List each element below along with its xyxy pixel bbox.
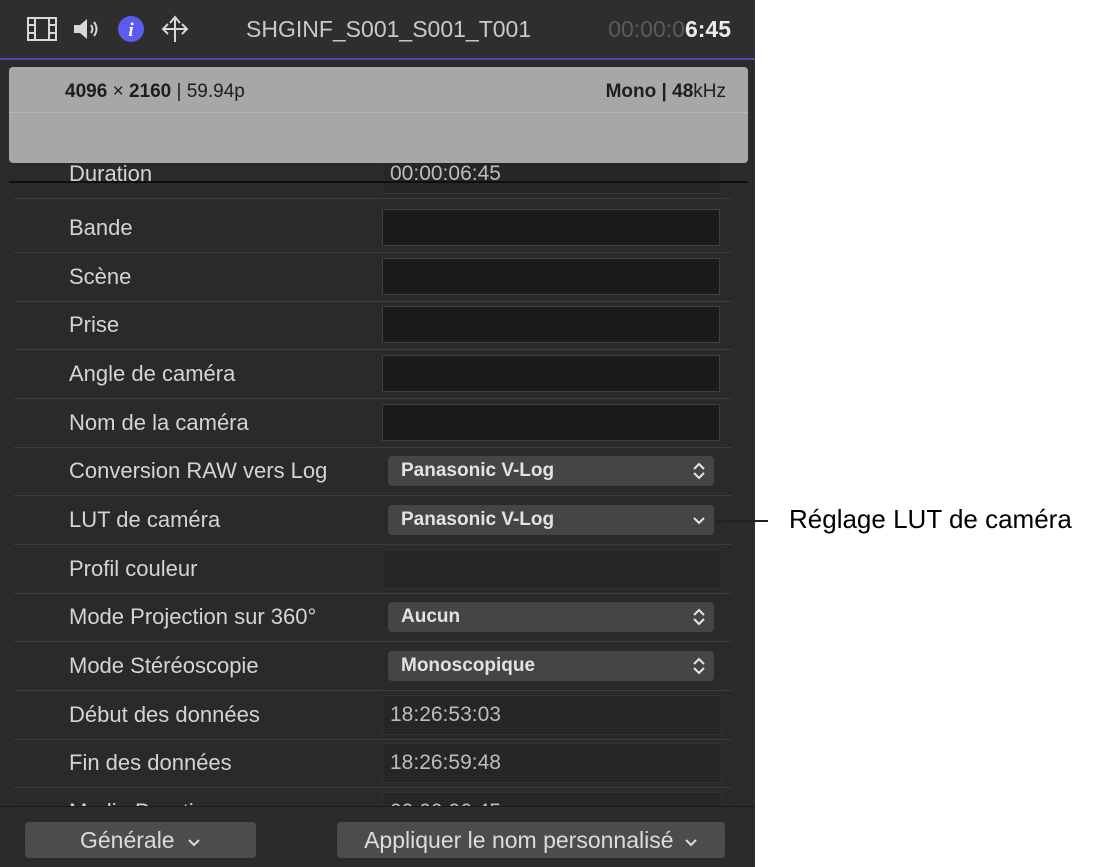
- projection-popup[interactable]: Aucun: [388, 602, 714, 632]
- row-label: Prise: [69, 312, 120, 337]
- row-label: Conversion RAW vers Log: [69, 458, 328, 483]
- film-icon[interactable]: [26, 14, 58, 44]
- data-end-field: 18:26:59:48: [382, 743, 722, 783]
- popup-value: Panasonic V-Log: [401, 509, 555, 530]
- callout-label: Réglage LUT de caméra: [789, 504, 1072, 534]
- apply-custom-name-menu[interactable]: Appliquer le nom personnalisé: [337, 822, 725, 858]
- bande-field[interactable]: [382, 209, 720, 246]
- row-label: Profil couleur: [69, 556, 198, 581]
- metadata-list[interactable]: Duration 00:00:06:45 Bande Scène Prise A…: [14, 150, 732, 806]
- row-bande: Bande: [14, 204, 732, 253]
- inspector-panel: Duration 00:00:06:45 Bande Scène Prise A…: [0, 0, 755, 867]
- data-start-field: 18:26:53:03: [382, 695, 722, 735]
- metadata-view-menu[interactable]: Générale: [25, 822, 256, 858]
- info-icon[interactable]: i: [116, 14, 146, 44]
- row-camera-lut: LUT de caméra Panasonic V-Log: [14, 496, 732, 545]
- popup-value: Panasonic V-Log: [401, 460, 555, 481]
- row-label: Début des données: [69, 702, 260, 727]
- camera-name-field[interactable]: [382, 404, 720, 441]
- inspector-tab-bar: i SHGINF_S001_S001_T001 00:00:06:45: [0, 0, 755, 60]
- chevron-down-icon: [685, 839, 697, 847]
- row-data-end: Fin des données 18:26:59:48: [14, 739, 732, 788]
- row-label: LUT de caméra: [69, 507, 221, 532]
- row-angle: Angle de caméra: [14, 350, 732, 399]
- row-label: Mode Stéréoscopie: [69, 653, 259, 678]
- row-label: Fin des données: [69, 750, 232, 775]
- up-down-chevron-icon: [693, 608, 705, 626]
- up-down-chevron-icon: [693, 462, 705, 480]
- transform-icon[interactable]: [159, 14, 191, 44]
- clip-timecode: 00:00:06:45: [608, 16, 731, 42]
- row-stereoscopy: Mode Stéréoscopie Monoscopique: [14, 642, 732, 691]
- row-label: Media Duration: [69, 788, 218, 806]
- divider: [9, 112, 748, 113]
- row-projection: Mode Projection sur 360° Aucun: [14, 593, 732, 642]
- svg-text:i: i: [128, 20, 134, 41]
- stereoscopy-popup[interactable]: Monoscopique: [388, 651, 714, 681]
- popup-value: Monoscopique: [401, 655, 536, 676]
- prise-field[interactable]: [382, 306, 720, 343]
- audio-format: Mono | 48kHz: [605, 81, 726, 102]
- row-color-profile: Profil couleur: [14, 545, 732, 594]
- row-prise: Prise: [14, 301, 732, 350]
- chevron-down-icon: [188, 839, 200, 847]
- popup-value: Aucun: [401, 606, 461, 627]
- row-raw-to-log: Conversion RAW vers Log Panasonic V-Log: [14, 447, 732, 496]
- row-label: Nom de la caméra: [69, 410, 249, 435]
- raw-to-log-popup[interactable]: Panasonic V-Log: [388, 456, 714, 486]
- row-label: Angle de caméra: [69, 361, 236, 386]
- chevron-down-icon: [693, 517, 705, 525]
- speaker-icon[interactable]: [72, 14, 102, 44]
- media-duration-field: 00:00:06:45: [382, 792, 722, 806]
- callout-line: [717, 520, 768, 522]
- divider: [9, 181, 748, 183]
- video-format: 4096 × 2160 | 59.94p: [65, 81, 245, 102]
- format-header: 4096 × 2160 | 59.94p Mono | 48kHz: [9, 67, 748, 163]
- scroll-gutter: [732, 150, 755, 806]
- camera-lut-popup[interactable]: Panasonic V-Log: [388, 505, 714, 535]
- row-data-start: Début des données 18:26:53:03: [14, 691, 732, 740]
- row-scene: Scène: [14, 253, 732, 302]
- row-label: Mode Projection sur 360°: [69, 604, 317, 629]
- clip-name: SHGINF_S001_S001_T001: [246, 16, 532, 42]
- scene-field[interactable]: [382, 258, 720, 295]
- color-profile-field: [382, 549, 722, 589]
- row-camera-name: Nom de la caméra: [14, 399, 732, 448]
- row-label: Bande: [69, 215, 133, 240]
- camera-angle-field[interactable]: [382, 355, 720, 392]
- row-label: Scène: [69, 264, 132, 289]
- row-media-duration: Media Duration 00:00:06:45: [14, 788, 732, 806]
- inspector-footer: Générale Appliquer le nom personnalisé: [0, 806, 755, 867]
- up-down-chevron-icon: [693, 657, 705, 675]
